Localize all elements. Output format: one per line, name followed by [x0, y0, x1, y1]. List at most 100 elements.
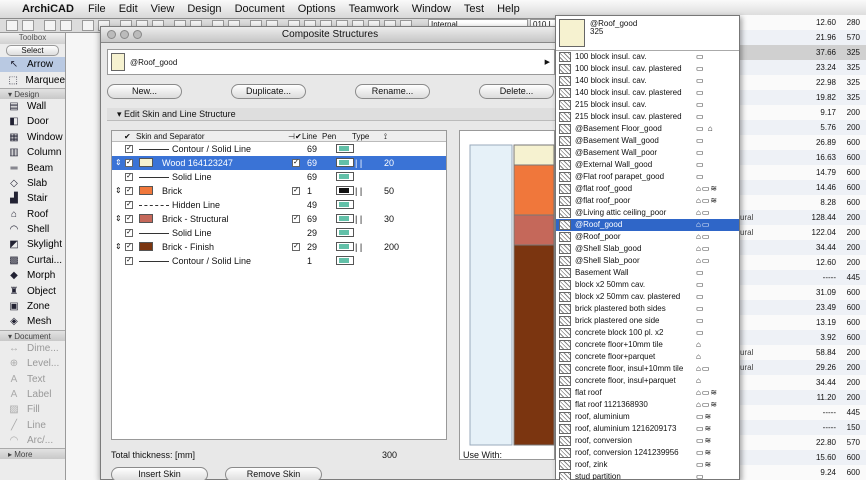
table-row[interactable]: 21.96 570	[740, 30, 866, 45]
table-row[interactable]: ural 122.04 200	[740, 225, 866, 240]
composite-list-item[interactable]: block x2 50mm cav. plastered ▭	[556, 291, 739, 303]
line-checkbox[interactable]: ✓	[292, 215, 300, 223]
tool-arc[interactable]: ◠ Arc/...	[0, 433, 65, 448]
skin-visible-checkbox[interactable]: ✓	[125, 229, 133, 237]
composite-list-item[interactable]: roof, aluminium ▭≋	[556, 411, 739, 423]
skin-color-swatch[interactable]	[139, 214, 153, 223]
menu-help[interactable]: Help	[497, 3, 520, 15]
pen-color-icon[interactable]	[336, 200, 354, 209]
table-row[interactable]: 34.44 200	[740, 375, 866, 390]
composite-list-item[interactable]: @Living attic ceiling_poor ⌂▭	[556, 207, 739, 219]
rename-button[interactable]: Rename...	[355, 84, 430, 99]
table-row[interactable]: 15.60 600	[740, 450, 866, 465]
more-group-header[interactable]: ▸ More	[0, 448, 65, 460]
pen-color-icon[interactable]	[336, 228, 354, 237]
menu-edit[interactable]: Edit	[119, 3, 138, 15]
drag-handle-icon[interactable]: ⇕	[115, 186, 123, 195]
table-row[interactable]: 13.19 600	[740, 315, 866, 330]
composite-list-item[interactable]: flat roof ⌂▭≋	[556, 387, 739, 399]
composite-list-item[interactable]: @Basement Floor_good ▭ ⌂	[556, 123, 739, 135]
menu-document[interactable]: Document	[235, 3, 285, 15]
skin-color-swatch[interactable]	[139, 158, 153, 167]
table-row[interactable]: 22.98 325	[740, 75, 866, 90]
composite-list-item[interactable]: @Roof_poor ⌂▭	[556, 231, 739, 243]
tool-beam[interactable]: ═ Beam	[0, 160, 65, 175]
composite-list-item[interactable]: roof, conversion 1241239956 ▭≋	[556, 447, 739, 459]
table-row[interactable]: ural 128.44 200	[740, 210, 866, 225]
tool-stair[interactable]: ▟ Stair	[0, 191, 65, 206]
minimize-icon[interactable]	[120, 30, 129, 39]
skin-row[interactable]: ⇕ ✓ Brick - Finish ✓ 29 | | 200	[112, 240, 446, 254]
menu-test[interactable]: Test	[464, 3, 484, 15]
tool-wall[interactable]: ▤ Wall	[0, 99, 65, 114]
tool-arrow[interactable]: ↖ Arrow	[0, 57, 65, 73]
skin-color-swatch[interactable]	[139, 186, 153, 195]
table-row[interactable]: 37.66 325	[740, 45, 866, 60]
edit-section-header[interactable]: ▾ Edit Skin and Line Structure	[107, 108, 555, 121]
skin-row[interactable]: ✓ Contour / Solid Line 69	[112, 142, 446, 156]
pen-color-icon[interactable]	[336, 242, 354, 251]
composite-list-item[interactable]: 140 block insul. cav. plastered ▭	[556, 87, 739, 99]
table-row[interactable]: 23.24 325	[740, 60, 866, 75]
skin-row[interactable]: ✓ Hidden Line 49	[112, 198, 446, 212]
menu-design[interactable]: Design	[187, 3, 221, 15]
composite-list-item[interactable]: @flat roof_good ⌂▭≋	[556, 183, 739, 195]
drag-handle-icon[interactable]: ⇕	[115, 158, 123, 167]
pen-color-icon[interactable]	[336, 256, 354, 265]
tool-label[interactable]: A Label	[0, 387, 65, 402]
new-file-icon[interactable]	[6, 20, 18, 31]
composite-list-item[interactable]: roof, aluminium 1216209173 ▭≋	[556, 423, 739, 435]
skin-visible-checkbox[interactable]: ✓	[125, 215, 133, 223]
line-checkbox[interactable]: ✓	[292, 187, 300, 195]
skin-visible-checkbox[interactable]: ✓	[125, 145, 133, 153]
table-row[interactable]: 12.60 200	[740, 255, 866, 270]
zoom-window-icon[interactable]	[133, 30, 142, 39]
tool-roof[interactable]: ⌂ Roof	[0, 207, 65, 222]
composite-list-item[interactable]: @flat roof_poor ⌂▭≋	[556, 195, 739, 207]
table-row[interactable]: 31.09 600	[740, 285, 866, 300]
skin-type-icon[interactable]: | |	[355, 186, 362, 196]
table-row[interactable]: 23.49 600	[740, 300, 866, 315]
menu-file[interactable]: File	[88, 3, 106, 15]
remove-skin-button[interactable]: Remove Skin	[225, 467, 322, 480]
pen-color-icon[interactable]	[336, 214, 354, 223]
skin-row[interactable]: ✓ Contour / Solid Line 1	[112, 254, 446, 268]
tool-shell[interactable]: ◠ Shell	[0, 222, 65, 237]
composite-list-item[interactable]: brick plastered both sides ▭	[556, 303, 739, 315]
pen-color-icon[interactable]	[336, 186, 354, 195]
insert-skin-button[interactable]: Insert Skin	[111, 467, 208, 480]
menu-teamwork[interactable]: Teamwork	[349, 3, 399, 15]
skin-row[interactable]: ✓ Solid Line 69	[112, 170, 446, 184]
undo-icon[interactable]	[82, 20, 94, 31]
composite-list-item[interactable]: flat roof 1121368930 ⌂▭≋	[556, 399, 739, 411]
tool-text[interactable]: A Text	[0, 371, 65, 386]
open-file-icon[interactable]	[22, 20, 34, 31]
table-row[interactable]: 12.60 280	[740, 15, 866, 30]
design-group-header[interactable]: ▾ Design	[0, 87, 65, 99]
composite-list-item[interactable]: brick plastered one side ▭	[556, 315, 739, 327]
composite-list-item[interactable]: 215 block insul. cav. plastered ▭	[556, 111, 739, 123]
select-header[interactable]: Select	[6, 45, 59, 56]
table-row[interactable]: 14.46 600	[740, 180, 866, 195]
composite-list-item[interactable]: block x2 50mm cav. ▭	[556, 279, 739, 291]
composite-list-item[interactable]: stud partition ▭	[556, 471, 739, 480]
close-icon[interactable]	[107, 30, 116, 39]
table-row[interactable]: 9.17 200	[740, 105, 866, 120]
composite-list-item[interactable]: concrete floor, insul+parquet ⌂	[556, 375, 739, 387]
skin-thickness[interactable]: 200	[384, 242, 399, 252]
skin-row[interactable]: ⇕ ✓ Brick ✓ 1 | | 50	[112, 184, 446, 198]
tool-curtain-wall[interactable]: ▩ Curtai...	[0, 253, 65, 268]
table-row[interactable]: 34.44 200	[740, 240, 866, 255]
table-row[interactable]: ural 29.26 200	[740, 360, 866, 375]
composite-list-item[interactable]: @Basement Wall_poor ▭	[556, 147, 739, 159]
table-row[interactable]: 3.92 600	[740, 330, 866, 345]
composite-list-item[interactable]: 215 block insul. cav. ▭	[556, 99, 739, 111]
composite-list-item[interactable]: @Shell Slab_good ⌂▭	[556, 243, 739, 255]
table-row[interactable]: ----- 150	[740, 420, 866, 435]
composite-list-item[interactable]: @Shell Slab_poor ⌂▭	[556, 255, 739, 267]
tool-mesh[interactable]: ◈ Mesh	[0, 314, 65, 329]
composite-list-item[interactable]: roof, zink ▭≋	[556, 459, 739, 471]
table-row[interactable]: 16.63 600	[740, 150, 866, 165]
tool-line[interactable]: ╱ Line	[0, 418, 65, 433]
tool-dimension[interactable]: ↔ Dime...	[0, 341, 65, 356]
